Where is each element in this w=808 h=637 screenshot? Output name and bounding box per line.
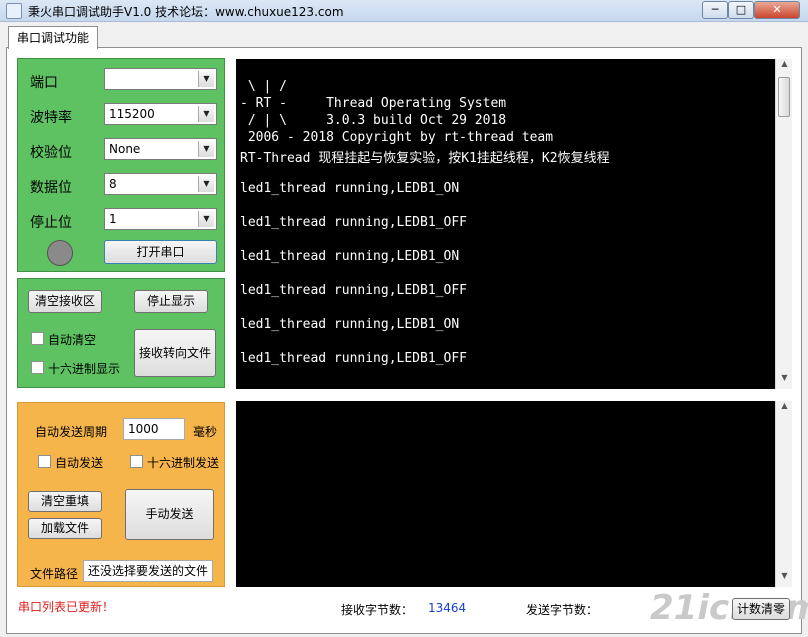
hex-send-label: 十六进制发送 (147, 456, 220, 470)
scroll-up-icon[interactable]: ▲ (778, 59, 791, 74)
send-scrollbar[interactable]: ▲ ▼ (775, 401, 792, 587)
port-select[interactable]: ▼ (104, 68, 217, 90)
receive-line: led1_thread running,LEDB1_OFF (240, 351, 467, 366)
stopbits-select[interactable]: 1 ▼ (104, 208, 217, 230)
chevron-down-icon: ▼ (198, 176, 214, 192)
receive-line: led1_thread running,LEDB1_OFF (240, 215, 467, 230)
auto-clear-label: 自动清空 (48, 333, 97, 347)
receive-line: led1_thread running,LEDB1_ON (240, 317, 460, 332)
receive-to-file-button[interactable]: 接收转向文件 (134, 329, 216, 377)
hex-send-checkbox[interactable] (130, 455, 143, 468)
receive-line: - RT - Thread Operating System (240, 96, 507, 111)
minimize-button[interactable]: ─ (702, 1, 728, 19)
rx-count-value: 13464 (428, 601, 467, 615)
hex-display-label: 十六进制显示 (48, 362, 121, 376)
port-status-led (47, 240, 73, 266)
scroll-down-icon[interactable]: ▼ (778, 373, 791, 388)
databits-select[interactable]: 8 ▼ (104, 173, 217, 195)
rx-count-label: 接收字节数： (341, 603, 414, 617)
stop-display-button[interactable]: 停止显示 (134, 290, 208, 313)
stopbits-label: 停止位 (30, 215, 72, 231)
receive-line: \ | / (240, 79, 287, 94)
open-port-button[interactable]: 打开串口 (104, 240, 217, 264)
receive-line: led1_thread running,LEDB1_ON (240, 249, 460, 264)
receive-line: RT-Thread 现程挂起与恢复实验，按K1挂起线程，K2恢复线程 (240, 151, 610, 166)
chevron-down-icon: ▼ (198, 211, 214, 227)
reset-count-button[interactable]: 计数清零 (732, 598, 790, 620)
databits-value: 8 (109, 177, 117, 191)
parity-select[interactable]: None ▼ (104, 138, 217, 160)
auto-send-checkbox[interactable] (38, 455, 51, 468)
clear-receive-button[interactable]: 清空接收区 (28, 290, 102, 313)
stopbits-value: 1 (109, 212, 117, 226)
port-label: 端口 (30, 75, 58, 91)
status-message: 串口列表已更新！ (18, 600, 115, 614)
parity-value: None (109, 142, 141, 156)
maximize-button[interactable]: □ (728, 1, 754, 19)
baud-select[interactable]: 115200 ▼ (104, 103, 217, 125)
parity-label: 校验位 (30, 145, 72, 161)
baud-value: 115200 (109, 107, 155, 121)
auto-clear-checkbox[interactable] (31, 332, 44, 345)
file-path-label: 文件路径 (30, 567, 79, 581)
chevron-down-icon: ▼ (198, 71, 214, 87)
period-unit-label: 毫秒 (193, 425, 218, 439)
app-icon (6, 3, 22, 19)
scroll-up-icon[interactable]: ▲ (778, 401, 791, 416)
close-button[interactable]: ✕ (754, 1, 800, 19)
manual-send-button[interactable]: 手动发送 (125, 489, 214, 540)
file-path-field[interactable]: 还没选择要发送的文件 (83, 560, 213, 582)
receive-line: / | \ 3.0.3 build Oct 29 2018 (240, 113, 507, 128)
title-bar[interactable]: 秉火串口调试助手V1.0 技术论坛：www.chuxue123.com ─ □ … (0, 0, 808, 22)
hex-display-checkbox[interactable] (31, 361, 44, 374)
receive-scrollbar[interactable]: ▲ ▼ (775, 59, 792, 389)
send-area[interactable] (236, 401, 775, 587)
send-period-input[interactable]: 1000 (123, 418, 185, 440)
receive-area[interactable]: \ | / - RT - Thread Operating System / |… (236, 59, 775, 389)
chevron-down-icon: ▼ (198, 106, 214, 122)
tab-serial-debug[interactable]: 串口调试功能 (8, 26, 98, 49)
receive-line: led1_thread running,LEDB1_OFF (240, 283, 467, 298)
scroll-down-icon[interactable]: ▼ (778, 571, 791, 586)
databits-label: 数据位 (30, 180, 72, 196)
baud-label: 波特率 (30, 110, 72, 126)
receive-line: 2006 - 2018 Copyright by rt-thread team (240, 130, 554, 145)
tx-count-label: 发送字节数： (526, 603, 599, 617)
send-period-label: 自动发送周期 (35, 425, 108, 439)
window-title: 秉火串口调试助手V1.0 技术论坛：www.chuxue123.com (28, 5, 344, 19)
chevron-down-icon: ▼ (198, 141, 214, 157)
scroll-thumb[interactable] (778, 77, 790, 117)
load-file-button[interactable]: 加载文件 (28, 518, 102, 539)
receive-line: led1_thread running,LEDB1_ON (240, 181, 460, 196)
auto-send-label: 自动发送 (55, 456, 104, 470)
tab-strip (6, 24, 802, 48)
clear-refill-button[interactable]: 清空重填 (28, 491, 102, 512)
